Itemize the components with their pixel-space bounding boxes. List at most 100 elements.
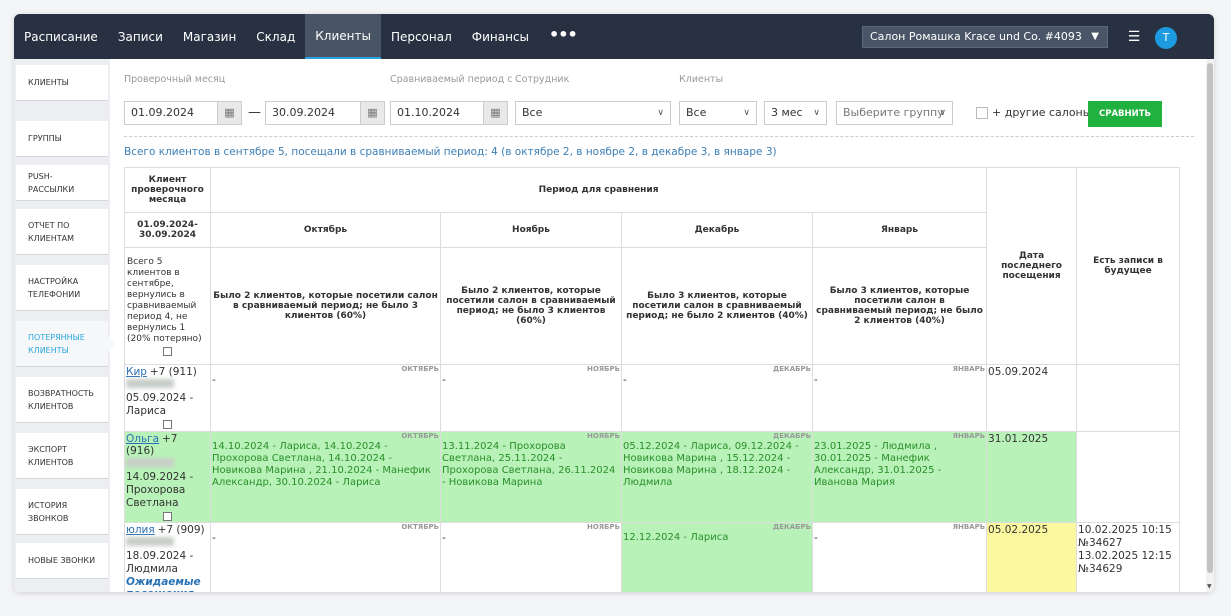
chevron-down-icon: ∨ bbox=[813, 108, 820, 118]
visit-cell: ДЕКАБРЬ 05.12.2024 - Лариса, 09.12.2024 -… bbox=[621, 431, 813, 523]
salon-selector[interactable]: Салон Ромашка Krace und Co. #4093 ▼ bbox=[862, 26, 1108, 48]
visit-list: - bbox=[212, 374, 216, 386]
scrollbar[interactable]: ▼ bbox=[1206, 59, 1214, 592]
sidebar-item[interactable]: Отчет по клиентам bbox=[16, 209, 108, 255]
salon-name: Салон Ромашка Krace und Co. #4093 bbox=[870, 30, 1082, 43]
visit-list: 12.12.2024 - Лариса bbox=[623, 532, 729, 543]
employee-label: Сотрудник bbox=[515, 74, 570, 85]
client-phone: +7 (911) bbox=[149, 366, 197, 378]
chevron-down-icon: ∨ bbox=[743, 108, 750, 118]
month-mini-label: ДЕКАБРЬ bbox=[773, 365, 811, 373]
visit-list: 23.01.2025 - Людмила , 30.01.2025 - Мане… bbox=[814, 441, 942, 488]
last-visit-date: 31.01.2025 bbox=[986, 431, 1078, 523]
months-value: 3 мес bbox=[771, 106, 803, 119]
calendar-icon[interactable]: ▦ bbox=[483, 101, 508, 125]
avatar[interactable]: T bbox=[1155, 27, 1177, 49]
nav-item[interactable]: Записи bbox=[108, 14, 173, 59]
select-all-checkbox[interactable] bbox=[163, 346, 172, 356]
clients-label: Клиенты bbox=[679, 74, 724, 85]
nav-item[interactable]: Склад bbox=[246, 14, 305, 59]
chevron-down-icon: ▼ bbox=[1091, 31, 1099, 42]
client-cell: Ольга +7 (916) 14.09.2024 - Прохорова Све… bbox=[124, 431, 211, 523]
sidebar-item[interactable]: Настройка телефонии bbox=[16, 265, 108, 311]
sidebar-item[interactable]: Push-рассылки bbox=[16, 165, 108, 201]
visit-cell: ОКТЯБРЬ 14.10.2024 - Лариса, 14.10.2024 -… bbox=[210, 431, 441, 523]
nav-item[interactable]: Магазин bbox=[173, 14, 246, 59]
client-name-link[interactable]: Кир bbox=[126, 366, 147, 378]
month-mini-label: НОЯБРЬ bbox=[586, 432, 620, 440]
expected-visits: Ожидаемые посещения 10.02.2025 bbox=[126, 576, 201, 592]
visit-list: - bbox=[442, 532, 446, 544]
scrollbar-thumb[interactable] bbox=[1207, 63, 1213, 573]
date-to-input[interactable]: 30.09.2024 bbox=[265, 101, 361, 125]
future-bookings bbox=[1076, 364, 1181, 432]
month-mini-label: НОЯБРЬ bbox=[586, 365, 620, 373]
clients-select[interactable]: Все ∨ bbox=[679, 101, 757, 125]
nav-item[interactable]: Финансы bbox=[462, 14, 539, 59]
sidebar-item[interactable]: История звонков bbox=[16, 489, 108, 535]
client-name-link[interactable]: Ольга bbox=[126, 433, 159, 445]
employee-select[interactable]: Все ∨ bbox=[515, 101, 671, 125]
sidebar-item-label: Новые звонки bbox=[28, 556, 96, 565]
sidebar-item-label: Push-рассылки bbox=[28, 171, 75, 194]
client-cell: юлия +7 (909) 18.09.2024 - Людмила Ожидаем… bbox=[124, 522, 211, 592]
month-mini-label: ОКТЯБРЬ bbox=[401, 432, 439, 440]
header-month: Ноябрь bbox=[440, 212, 622, 248]
nav-item[interactable]: Персонал bbox=[381, 14, 462, 59]
nav-item[interactable]: Клиенты bbox=[305, 14, 381, 59]
sidebar-item-label: Отчет по клиентам bbox=[28, 220, 75, 243]
month-mini-label: ОКТЯБРЬ bbox=[401, 523, 439, 531]
nav-more-menu[interactable]: ••• bbox=[539, 14, 587, 59]
sidebar-item[interactable]: Экспорт клиентов bbox=[16, 433, 108, 479]
chevron-down-icon: ∨ bbox=[657, 108, 664, 118]
last-visit-date: 05.09.2024 bbox=[986, 364, 1078, 432]
compare-from-input[interactable]: 01.10.2024 bbox=[390, 101, 484, 125]
month-mini-label: ЯНВАРЬ bbox=[952, 523, 986, 531]
sidebar-item[interactable]: Клиенты bbox=[16, 65, 108, 101]
month-mini-label: ЯНВАРЬ bbox=[952, 432, 986, 440]
client-checkbox[interactable] bbox=[163, 420, 172, 429]
summary-cell: Всего 5 клиентов в сентябре, вернулись в… bbox=[124, 247, 211, 365]
date-from-input[interactable]: 01.09.2024 bbox=[124, 101, 218, 125]
table-row: юлия +7 (909) 18.09.2024 - Людмила Ожидаем… bbox=[124, 522, 1181, 592]
client-cell: Кир +7 (911) 05.09.2024 - Лариса bbox=[124, 364, 211, 432]
app-window: Расписание Записи Магазин Склад Клиенты Персо… bbox=[14, 14, 1214, 592]
compare-button[interactable]: Сравнить bbox=[1088, 101, 1162, 127]
months-select[interactable]: 3 мес ∨ bbox=[764, 101, 827, 125]
sidebar-item[interactable]: Группы bbox=[16, 121, 108, 157]
client-checkbox[interactable] bbox=[163, 512, 172, 521]
check-month-label: Проверочный месяц bbox=[124, 74, 226, 85]
header-month: Январь bbox=[811, 212, 988, 248]
month-stat: Было 3 клиентов, которые посетили салон … bbox=[621, 247, 813, 365]
masked-phone bbox=[126, 379, 174, 388]
compare-period-label: Сравниваемый период с bbox=[390, 74, 513, 85]
client-visit: 05.09.2024 - Лариса bbox=[126, 392, 194, 417]
calendar-icon[interactable]: ▦ bbox=[360, 101, 385, 125]
divider bbox=[124, 136, 1194, 137]
month-mini-label: ОКТЯБРЬ bbox=[401, 365, 439, 373]
client-name-link[interactable]: юлия bbox=[126, 524, 155, 536]
sidebar-item[interactable]: Возвратность клиентов bbox=[16, 377, 108, 423]
sidebar-item-label: Возвратность клиентов bbox=[28, 388, 94, 411]
visit-list: - bbox=[623, 374, 627, 386]
clients-value: Все bbox=[686, 106, 707, 119]
settings-sliders-icon[interactable]: ☰ bbox=[1124, 27, 1144, 47]
month-mini-label: ДЕКАБРЬ bbox=[773, 432, 811, 440]
visit-list: 14.10.2024 - Лариса, 14.10.2024 - Прохор… bbox=[212, 441, 431, 488]
nav-item[interactable]: Расписание bbox=[14, 14, 108, 59]
sidebar-item[interactable]: Потерянные клиенты bbox=[16, 321, 116, 367]
employee-value: Все bbox=[522, 106, 543, 119]
client-visit: 18.09.2024 - Людмила bbox=[126, 550, 194, 575]
sidebar-item[interactable]: Новые звонки bbox=[16, 543, 108, 579]
sidebar: Клиенты Группы Push-рассылки Отчет по клиен… bbox=[14, 59, 116, 592]
masked-phone bbox=[126, 458, 174, 467]
main-content: Проверочный месяц 01.09.2024 ▦ — 30.09.2… bbox=[124, 59, 1204, 592]
calendar-icon[interactable]: ▦ bbox=[217, 101, 242, 125]
group-select[interactable]: Выберите группу ∨ bbox=[836, 101, 953, 125]
visit-list: 05.12.2024 - Лариса, 09.12.2024 - Новико… bbox=[623, 441, 799, 488]
client-phone: +7 (909) bbox=[157, 524, 205, 536]
future-bookings: 10.02.2025 10:15 №34627 13.02.2025 12:15… bbox=[1076, 522, 1181, 592]
scroll-down-icon[interactable]: ▼ bbox=[1207, 583, 1212, 590]
month-stat: Было 3 клиентов, которые посетили салон … bbox=[811, 247, 988, 365]
other-salons-checkbox[interactable] bbox=[976, 107, 988, 119]
